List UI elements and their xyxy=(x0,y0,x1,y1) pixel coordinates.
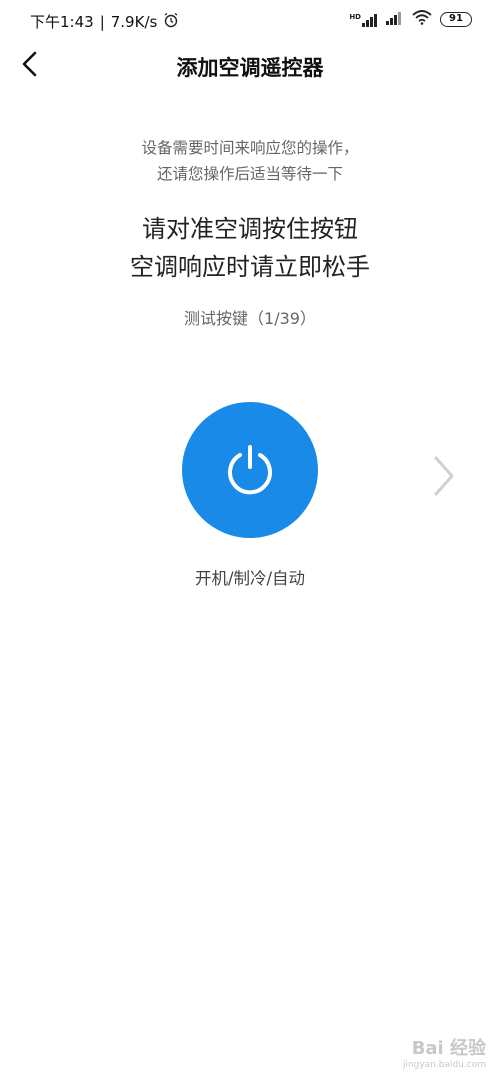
alarm-icon xyxy=(163,12,179,32)
hd-signal-icon: HD xyxy=(349,13,378,27)
test-key-counter: 测试按键（1/39） xyxy=(184,309,316,328)
page-title: 添加空调遥控器 xyxy=(176,56,324,80)
wait-hint: 设备需要时间来响应您的操作， 还请您操作后适当等待一下 xyxy=(0,135,500,187)
power-button[interactable] xyxy=(182,402,318,538)
power-icon xyxy=(228,445,272,495)
status-right: HD 91 xyxy=(349,10,472,29)
watermark: Bai 经验 jingyan.baidu.com xyxy=(403,1034,486,1070)
hint-line-2: 还请您操作后适当等待一下 xyxy=(156,165,343,183)
battery-icon: 91 xyxy=(440,12,472,27)
instruction-line-2: 空调响应时请立即松手 xyxy=(130,253,370,281)
wifi-icon xyxy=(412,10,432,29)
status-bar: 下午1:43 | 7.9K/s HD 91 xyxy=(0,0,500,40)
instruction-line-1: 请对准空调按住按钮 xyxy=(142,215,358,243)
hint-line-1: 设备需要时间来响应您的操作， xyxy=(141,139,359,157)
status-time: 下午1:43 xyxy=(30,13,94,31)
watermark-logo: Bai 经验 xyxy=(411,1038,486,1059)
chevron-right-icon xyxy=(434,456,454,496)
watermark-url: jingyan.baidu.com xyxy=(402,1060,486,1070)
signal-icon xyxy=(386,10,404,29)
status-left: 下午1:43 | 7.9K/s xyxy=(30,11,179,32)
hd-label: HD xyxy=(349,12,361,21)
header: 添加空调遥控器 xyxy=(0,40,500,90)
network-speed: 7.9K/s xyxy=(110,12,158,31)
status-divider: | xyxy=(99,12,105,31)
button-label: 开机/制冷/自动 xyxy=(194,569,306,588)
next-button[interactable] xyxy=(428,453,458,499)
instruction: 请对准空调按住按钮 空调响应时请立即松手 xyxy=(0,210,500,286)
